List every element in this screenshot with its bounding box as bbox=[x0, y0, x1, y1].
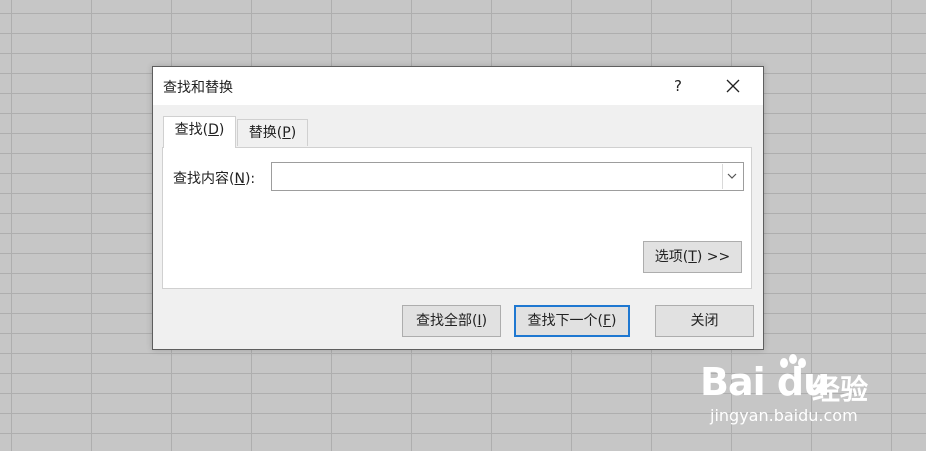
find-what-input[interactable] bbox=[274, 165, 718, 189]
dialog-title: 查找和替换 bbox=[163, 80, 233, 96]
close-icon bbox=[726, 79, 740, 93]
find-what-combobox[interactable] bbox=[271, 162, 744, 191]
help-icon: ? bbox=[674, 77, 682, 95]
find-replace-dialog: 查找和替换 ? 查找(D) 替换(P) 查找内容(N): 选项(T) >> 查找… bbox=[152, 66, 764, 350]
find-next-button[interactable]: 查找下一个(F) bbox=[514, 305, 630, 337]
find-what-label: 查找内容(N): bbox=[173, 171, 256, 187]
chevron-down-icon bbox=[727, 173, 737, 179]
tab-replace[interactable]: 替换(P) bbox=[237, 119, 308, 146]
close-button[interactable]: 关闭 bbox=[655, 305, 754, 337]
find-all-button[interactable]: 查找全部(I) bbox=[402, 305, 501, 337]
options-button[interactable]: 选项(T) >> bbox=[643, 241, 742, 273]
help-button[interactable]: ? bbox=[663, 71, 693, 101]
baidu-jingyan-watermark: Bai du 经验 jingyan.baidu.com bbox=[700, 352, 900, 432]
paw-icon bbox=[780, 354, 806, 368]
close-window-button[interactable] bbox=[715, 71, 751, 101]
find-what-dropdown-button[interactable] bbox=[722, 164, 742, 189]
watermark-url: jingyan.baidu.com bbox=[710, 406, 858, 425]
tab-find[interactable]: 查找(D) bbox=[163, 116, 236, 148]
watermark-cn: 经验 bbox=[812, 373, 869, 406]
dialog-titlebar[interactable]: 查找和替换 ? bbox=[153, 67, 763, 105]
